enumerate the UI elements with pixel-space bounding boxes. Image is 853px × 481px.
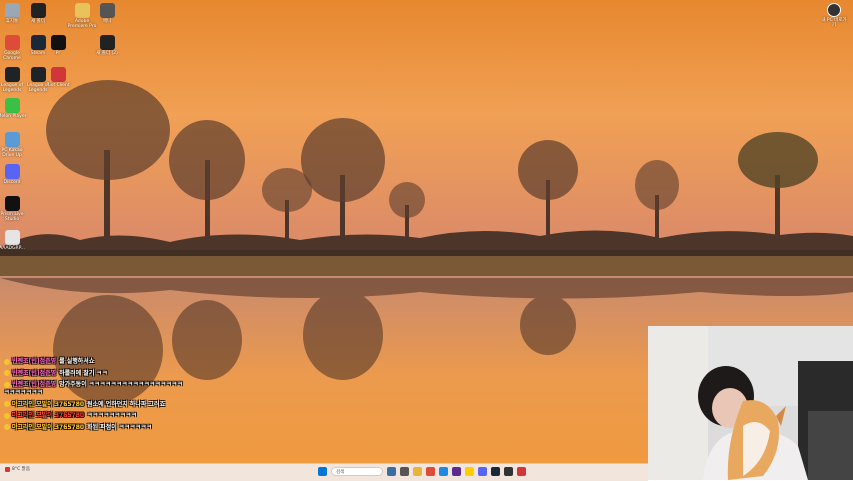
- desktop-icon[interactable]: Discord: [0, 164, 29, 185]
- desktop-icon[interactable]: Pr: [41, 35, 75, 56]
- chat-message: 야그라인 오알이 3765780 화된 파정이 ㅋㅋㅋㅋㅋㅋ: [4, 424, 184, 432]
- desktop-icon-label: 새 폴더: [31, 19, 45, 24]
- desktop-icon-label: Prism Live Studio: [0, 212, 24, 222]
- folder-shortcut-icon-2: [99, 35, 115, 50]
- desktop-icon[interactable]: Melon Player: [0, 98, 29, 119]
- chat-badge-icon: [4, 358, 10, 365]
- settings-icon: [827, 3, 841, 17]
- discord-icon[interactable]: [478, 467, 487, 476]
- desktop-icon-label: Pr: [55, 51, 61, 56]
- desktop-icon-label: Discord: [3, 180, 21, 185]
- webcam-overlay: [648, 326, 853, 480]
- taskbar-icons: 검색: [318, 467, 526, 476]
- weather-widget[interactable]: 8°C 맑음: [5, 467, 30, 472]
- desktop-icon[interactable]: 새 폴더: [21, 3, 55, 24]
- desktop-icon-label: Riot Client: [46, 83, 70, 88]
- explorer-icon[interactable]: [413, 467, 422, 476]
- weather-icon: [5, 467, 10, 472]
- chat-username: 빈젠조(빈)정준영: [12, 358, 57, 365]
- riot-icon: [50, 67, 66, 82]
- prism-icon: [4, 196, 20, 211]
- desktop-icon-label: 애니: [102, 19, 112, 24]
- chat-text: ㅋㅋㅋㅋㅋㅋㅋㅋㅋ: [87, 412, 137, 419]
- chat-badge-icon: [4, 370, 10, 376]
- windows-start-icon[interactable]: [318, 467, 327, 476]
- stream-chat-overlay: 빈젠조(빈)정준영 를 실행하셔쇼 빈젠조(빈)정준영 하룰러에 찰기 ㅋㅋ 빈젠조(빈…: [4, 358, 184, 435]
- chat-message: 빈젠조(빈)정준영 를 실행하셔쇼: [4, 358, 184, 366]
- desktop-icon[interactable]: AAADGRP...: [0, 230, 29, 251]
- chat-text: 원소에 언하던지 하나파 그러죠: [87, 400, 166, 408]
- taskbar: 8°C 맑음 검색: [0, 463, 648, 481]
- chat-username: 야그라인 오알이 3765780: [12, 423, 85, 431]
- recycle-bin-icon: [4, 3, 20, 18]
- store-icon[interactable]: [452, 467, 461, 476]
- chat-badge-icon: [4, 412, 10, 419]
- taskbar-search[interactable]: 검색: [331, 467, 383, 476]
- desktop-icon[interactable]: PC Kakao Drive Up: [0, 132, 29, 158]
- discord-icon: [4, 164, 20, 179]
- edge-icon[interactable]: [439, 467, 448, 476]
- desktop-icon-label: Melon Player: [0, 114, 27, 119]
- steam-icon[interactable]: [491, 467, 500, 476]
- desktop-icon[interactable]: 애니: [90, 3, 124, 24]
- chat-badge-icon: [4, 401, 10, 407]
- chat-username: 빈젠조(빈)정준영: [12, 381, 57, 388]
- app-icon: [4, 230, 20, 245]
- chat-badge-icon: [4, 424, 10, 430]
- chrome-icon[interactable]: [426, 467, 435, 476]
- desktop-icon[interactable]: 새 폴더 (2): [90, 35, 124, 56]
- chat-text: 를 실행하셔쇼: [59, 358, 95, 365]
- desktop-icon[interactable]: Prism Live Studio: [0, 196, 29, 222]
- chat-text: 화된 파정이 ㅋㅋㅋㅋㅋㅋ: [87, 423, 152, 431]
- folder-shortcut-icon: [30, 3, 46, 18]
- chat-message: 야그라인 오알이 3765780 ㅋㅋㅋㅋㅋㅋㅋㅋㅋ: [4, 412, 184, 420]
- desktop-icon-label: AAADGRP...: [0, 246, 25, 251]
- desktop-icon-label: PC Kakao Drive Up: [1, 148, 23, 158]
- melon-icon: [4, 98, 20, 113]
- riot-icon[interactable]: [517, 467, 526, 476]
- desktop-icon-label: 새 폴더 (2): [96, 51, 118, 56]
- chat-badge-icon: [4, 381, 10, 388]
- chrome-icon: [4, 35, 20, 50]
- pc-shortcut-label: 내 PC 바로가기: [821, 18, 847, 28]
- desktop-icon[interactable]: Riot Client: [41, 67, 75, 88]
- lol-icon: [4, 67, 20, 82]
- chat-username: 야그라인 오알이 3765780: [12, 412, 85, 419]
- kakao-icon[interactable]: [465, 467, 474, 476]
- task-view-icon[interactable]: [400, 467, 409, 476]
- folder-icon: [74, 3, 90, 18]
- pc-shortcut[interactable]: 내 PC 바로가기: [821, 3, 847, 28]
- obs-icon[interactable]: [504, 467, 513, 476]
- chat-message: 야그라인 오알이 3765780 원소에 언하던지 하나파 그러죠: [4, 401, 184, 409]
- widgets-icon[interactable]: [387, 467, 396, 476]
- video-shortcut-icon: [99, 3, 115, 18]
- chat-username: 야그라인 오알이 3765780: [12, 400, 85, 408]
- weather-text: 8°C 맑음: [12, 467, 30, 472]
- kakao-drive-icon: [4, 132, 20, 147]
- chat-message: 빈젠조(빈)정준영 하룰러에 찰기 ㅋㅋ: [4, 370, 184, 378]
- chat-message: 빈젠조(빈)정준영 망가주동이 ㅋㅋㅋㅋㅋㅋㅋㅋㅋㅋㅋㅋㅋㅋㅋㅋㅋㅋㅋㅋㅋㅋㅋㅋ: [4, 381, 184, 397]
- premiere-icon: [50, 35, 66, 50]
- chat-text: 하룰러에 찰기 ㅋㅋ: [59, 369, 108, 377]
- chat-username: 빈젠조(빈)정준영: [12, 369, 57, 377]
